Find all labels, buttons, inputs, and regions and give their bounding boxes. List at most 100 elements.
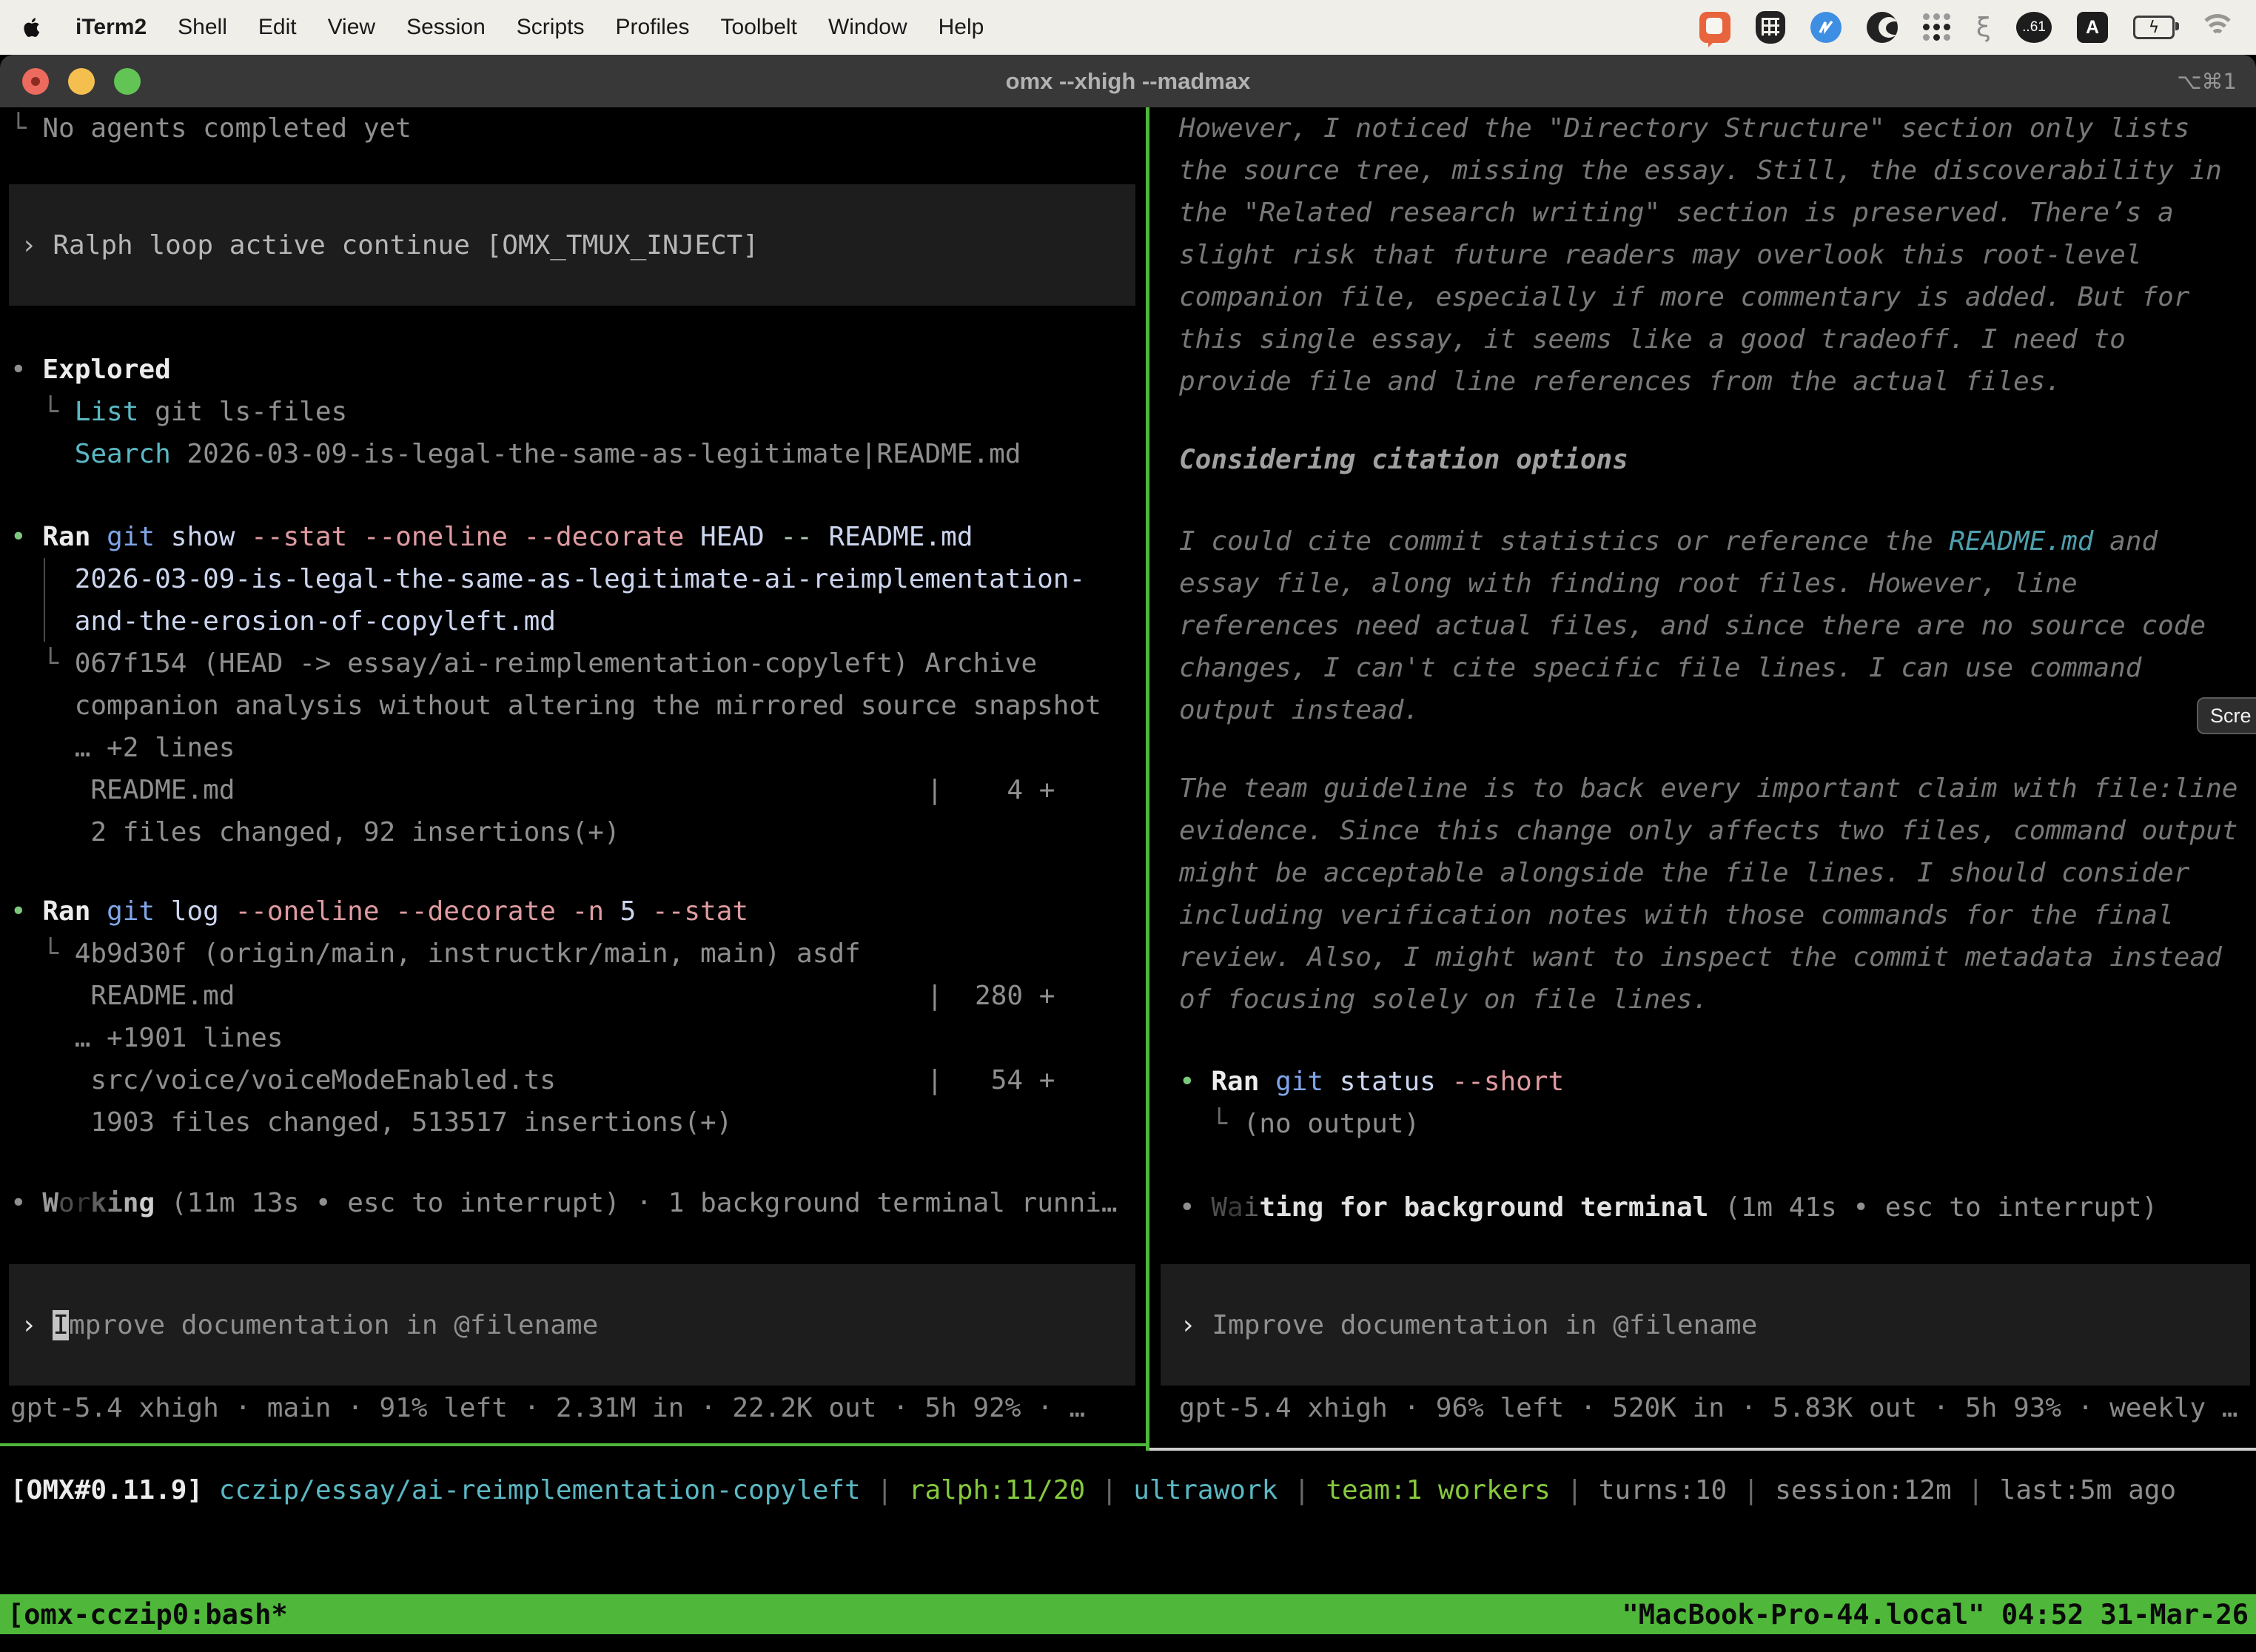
terminal-line: However, I noticed the "Directory Struct… xyxy=(1179,107,2256,150)
tmux-host-clock: "MacBook-Pro-44.local" 04:52 31-Mar-26 xyxy=(1622,1599,2249,1631)
tmux-session-label[interactable]: [omx-cczip0:bash* xyxy=(7,1599,288,1631)
terminal-line: provide file and line references from th… xyxy=(1179,360,2256,403)
dots-grid-icon[interactable] xyxy=(1923,13,1951,41)
right-terminal-lines: However, I noticed the "Directory Struct… xyxy=(1179,107,2256,1229)
menu-item-session[interactable]: Session xyxy=(406,15,486,40)
left-top-lines: └ No agents completed yet xyxy=(10,107,1146,150)
terminal-line: this single essay, it seems like a good … xyxy=(1179,318,2256,360)
ralph-loop-text: Ralph loop active continue [OMX_TMUX_INJ… xyxy=(53,230,759,261)
terminal-line: … +2 lines xyxy=(10,727,1146,769)
terminal-line: essay file, along with finding root file… xyxy=(1179,563,2256,605)
apple-menu-icon[interactable] xyxy=(21,14,44,41)
terminal-line: the source tree, missing the essay. Stil… xyxy=(1179,150,2256,192)
menu-bar: iTerm2 Shell Edit View Session Scripts Profile… xyxy=(0,0,2256,55)
pane-bottom-border-left xyxy=(0,1443,1146,1446)
terminal-line: └ 067f154 (HEAD -> essay/ai-reimplementa… xyxy=(10,642,1146,685)
terminal-pane-left[interactable]: └ No agents completed yet › Ralph loop a… xyxy=(0,107,1146,1451)
terminal-line: • Ran git log --oneline --decorate -n 5 … xyxy=(10,890,1146,933)
menu-items: iTerm2 Shell Edit View Session Scripts Profile… xyxy=(21,14,984,41)
traffic-lights xyxy=(22,55,141,107)
keyboard-layout-icon[interactable]: A xyxy=(2077,12,2108,43)
terminal-line: • Ran git show --stat --oneline --decora… xyxy=(10,516,1146,558)
pane-bottom-border-right xyxy=(1149,1448,2256,1451)
session-status-left: gpt-5.4 xhigh · main · 91% left · 2.31M … xyxy=(10,1387,1146,1429)
minimize-button[interactable] xyxy=(68,68,95,95)
tmux-status-bar: [omx-cczip0:bash* "MacBook-Pro-44.local"… xyxy=(0,1594,2256,1634)
prompt-input-left[interactable]: mprove documentation in @filename xyxy=(69,1310,598,1340)
chat-bubble-icon[interactable] xyxy=(1699,12,1730,43)
menu-item-toolbelt[interactable]: Toolbelt xyxy=(721,15,797,40)
menu-item-scripts[interactable]: Scripts xyxy=(517,15,585,40)
terminal-line: companion analysis without altering the … xyxy=(10,685,1146,727)
prompt-box-left[interactable]: › Improve documentation in @filename xyxy=(9,1264,1135,1386)
terminal-line: • Explored xyxy=(10,349,1146,391)
terminal-line: └ List git ls-files xyxy=(10,391,1146,433)
terminal-line: src/voice/voiceModeEnabled.ts| 54 + xyxy=(10,1059,1146,1101)
crescent-circle-icon[interactable] xyxy=(1867,12,1898,43)
menu-item-iterm2[interactable]: iTerm2 xyxy=(75,15,147,40)
terminal-line: output instead. xyxy=(1179,689,2256,731)
desktop-screen: iTerm2 Shell Edit View Session Scripts Profile… xyxy=(0,0,2256,1652)
menu-item-shell[interactable]: Shell xyxy=(178,15,227,40)
prompt-chevron-icon: › xyxy=(21,1310,53,1340)
window-title-bar[interactable]: omx --xhigh --madmax ⌥⌘1 xyxy=(0,55,2256,107)
menu-item-profiles[interactable]: Profiles xyxy=(615,15,689,40)
omx-status-line: [OMX#0.11.9] cczip/essay/ai-reimplementa… xyxy=(0,1469,2256,1511)
menu-item-window[interactable]: Window xyxy=(828,15,907,40)
verified-badge-icon[interactable] xyxy=(1810,12,1842,43)
terminal-line: The team guideline is to back every impo… xyxy=(1179,768,2256,810)
terminal-line: • Ran git status --short xyxy=(1179,1061,2256,1103)
battery-charging-icon[interactable]: ϟ xyxy=(2133,16,2175,39)
zoom-button[interactable] xyxy=(114,68,141,95)
terminal-line: • Waiting for background terminal (1m 41… xyxy=(1179,1186,2256,1229)
terminal-area: └ No agents completed yet › Ralph loop a… xyxy=(0,107,2256,1451)
terminal-line: └ (no output) xyxy=(1179,1103,2256,1145)
terminal-line: 2 files changed, 92 insertions(+) xyxy=(10,811,1146,853)
terminal-line: README.md| 4 + xyxy=(10,769,1146,811)
terminal-line: 2026-03-09-is-legal-the-same-as-legitima… xyxy=(10,558,1146,600)
menu-item-help[interactable]: Help xyxy=(939,15,984,40)
terminal-line: I could cite commit statistics or refere… xyxy=(1179,520,2256,563)
terminal-line: might be acceptable alongside the file l… xyxy=(1179,852,2256,894)
terminal-line: README.md| 280 + xyxy=(10,975,1146,1017)
left-terminal-lines: • Explored └ List git ls-files Search 20… xyxy=(10,349,1146,1224)
terminal-line: review. Also, I might want to inspect th… xyxy=(1179,936,2256,978)
terminal-line: 1903 files changed, 513517 insertions(+) xyxy=(10,1101,1146,1144)
terminal-line: the "Related research writing" section i… xyxy=(1179,192,2256,234)
ralph-loop-banner: › Ralph loop active continue [OMX_TMUX_I… xyxy=(9,184,1135,306)
terminal-line: evidence. Since this change only affects… xyxy=(1179,810,2256,852)
wifi-icon[interactable] xyxy=(2200,14,2235,41)
prompt-input-right[interactable]: Improve documentation in @filename xyxy=(1212,1310,1757,1340)
terminal-line: references need actual files, and since … xyxy=(1179,605,2256,647)
battery-percent-icon[interactable]: ..61 xyxy=(2016,12,2052,43)
window-title: omx --xhigh --madmax xyxy=(1006,68,1251,95)
text-cursor: I xyxy=(53,1310,69,1340)
terminal-line: and-the-erosion-of-copyleft.md xyxy=(10,600,1146,642)
terminal-line: Considering citation options xyxy=(1179,439,2256,481)
hook-icon[interactable]: ξ xyxy=(1976,13,1991,43)
terminal-line: of focusing solely on file lines. xyxy=(1179,978,2256,1021)
terminal-line: └ 4b9d30f (origin/main, instructkr/main,… xyxy=(10,933,1146,975)
window-shortcut-badge: ⌥⌘1 xyxy=(2177,69,2237,94)
prompt-box-right[interactable]: › Improve documentation in @filename xyxy=(1161,1264,2250,1386)
terminal-line: … +1901 lines xyxy=(10,1017,1146,1059)
prompt-chevron-icon: › xyxy=(21,230,53,261)
terminal-line: └ No agents completed yet xyxy=(10,107,1146,150)
terminal-line: • Working (11m 13s • esc to interrupt) ·… xyxy=(10,1182,1146,1224)
terminal-pane-right[interactable]: However, I noticed the "Directory Struct… xyxy=(1149,107,2256,1451)
menu-item-view[interactable]: View xyxy=(328,15,375,40)
terminal-line: Search 2026-03-09-is-legal-the-same-as-l… xyxy=(10,433,1146,475)
terminal-line: including verification notes with those … xyxy=(1179,894,2256,936)
shield-grid-icon[interactable] xyxy=(1756,11,1785,44)
tree-connector-line xyxy=(44,558,45,642)
menu-bar-status-icons: ξ ..61 A ϟ xyxy=(1699,11,2235,44)
menu-item-edit[interactable]: Edit xyxy=(258,15,297,40)
screen-share-tooltip: Scre xyxy=(2197,697,2256,734)
terminal-line: slight risk that future readers may over… xyxy=(1179,234,2256,276)
terminal-line: [OMX#0.11.9] cczip/essay/ai-reimplementa… xyxy=(10,1469,2256,1511)
terminal-line: companion file, especially if more comme… xyxy=(1179,276,2256,318)
terminal-line: changes, I can't cite specific file line… xyxy=(1179,647,2256,689)
prompt-chevron-icon: › xyxy=(1180,1310,1212,1340)
close-button[interactable] xyxy=(22,68,49,95)
session-status-right: gpt-5.4 xhigh · 96% left · 520K in · 5.8… xyxy=(1179,1387,2256,1429)
